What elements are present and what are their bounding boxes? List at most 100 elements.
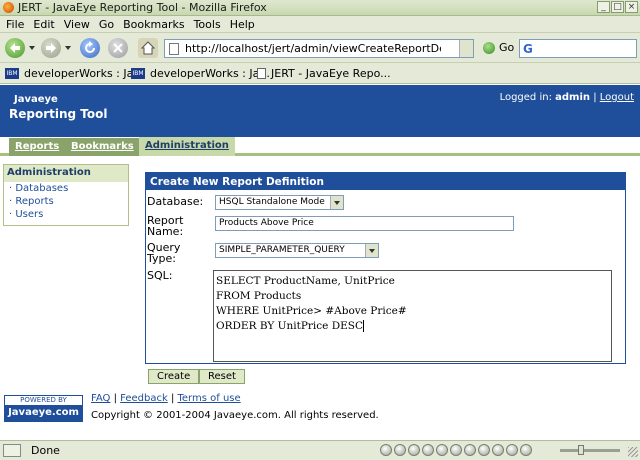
google-search-icon: G bbox=[523, 42, 533, 56]
database-label: Database: bbox=[147, 195, 204, 208]
chevron-down-icon bbox=[365, 244, 378, 257]
report-name-value: Products Above Price bbox=[219, 218, 314, 228]
menu-view[interactable]: View bbox=[62, 16, 97, 32]
tab-bookmarks[interactable]: Bookmarks bbox=[65, 138, 140, 156]
reset-button[interactable]: Reset bbox=[199, 369, 245, 384]
powered-by-badge[interactable]: POWERED BY Javaeye.com bbox=[4, 395, 83, 422]
sidebar-item-reports[interactable]: · Reports bbox=[4, 195, 128, 208]
forward-button[interactable] bbox=[41, 38, 61, 58]
back-history-dropdown[interactable] bbox=[29, 46, 35, 50]
sidebar-item-databases[interactable]: · Databases bbox=[4, 182, 128, 195]
feedback-link[interactable]: Feedback bbox=[120, 393, 168, 404]
tab-administration[interactable]: Administration bbox=[139, 137, 235, 156]
reload-icon bbox=[85, 41, 95, 53]
window-controls: _ □ × bbox=[597, 1, 638, 13]
logout-link[interactable]: Logout bbox=[600, 92, 634, 103]
tab-reports[interactable]: Reports bbox=[9, 138, 66, 156]
brand-name: Javaeye bbox=[14, 94, 58, 105]
footer-links: FAQ | Feedback | Terms of use bbox=[91, 393, 241, 404]
ibm-icon: IBM bbox=[131, 68, 145, 79]
minimize-button[interactable]: _ bbox=[597, 1, 610, 13]
bookmark-item[interactable]: IBM developerWorks : Ja... bbox=[131, 67, 270, 80]
username: admin bbox=[555, 92, 590, 103]
menu-file[interactable]: File bbox=[4, 16, 31, 32]
media-rewind-icon[interactable] bbox=[394, 444, 406, 456]
sql-textarea[interactable]: SELECT ProductName, UnitPrice FROM Produ… bbox=[213, 270, 612, 362]
login-info: Logged in: admin | Logout bbox=[500, 92, 634, 103]
search-input[interactable]: G bbox=[519, 39, 637, 58]
database-select[interactable]: HSQL Standalone Mode bbox=[215, 195, 344, 210]
sql-label: SQL: bbox=[147, 269, 173, 282]
go-icon bbox=[483, 41, 495, 54]
forward-arrow-icon bbox=[46, 43, 56, 53]
bookmark-label: developerWorks : Ja... bbox=[24, 67, 144, 80]
report-name-field[interactable]: Products Above Price bbox=[215, 216, 514, 231]
media-shuffle-icon[interactable] bbox=[492, 444, 504, 456]
menu-tools[interactable]: Tools bbox=[192, 16, 228, 32]
back-arrow-icon bbox=[10, 43, 20, 53]
firefox-icon bbox=[3, 2, 14, 13]
sql-line: SELECT ProductName, UnitPrice bbox=[216, 275, 395, 287]
bookmark-label: developerWorks : Ja... bbox=[150, 67, 270, 80]
panel-title: Create New Report Definition bbox=[146, 173, 625, 190]
media-forward-icon[interactable] bbox=[450, 444, 462, 456]
bookmark-item[interactable]: JERT - JavaEye Repo... bbox=[257, 67, 391, 80]
reload-button[interactable] bbox=[80, 38, 100, 58]
url-text[interactable]: http://localhost/jert/admin/viewCreateRe… bbox=[185, 42, 441, 55]
menu-go[interactable]: Go bbox=[97, 16, 121, 32]
media-next-icon[interactable] bbox=[464, 444, 476, 456]
go-label: Go bbox=[499, 41, 515, 54]
media-volume-icon[interactable] bbox=[520, 444, 532, 456]
create-button[interactable]: Create bbox=[148, 369, 200, 384]
media-pause-icon[interactable] bbox=[422, 444, 434, 456]
menu-edit[interactable]: Edit bbox=[31, 16, 61, 32]
home-button[interactable] bbox=[138, 38, 158, 58]
media-repeat-icon[interactable] bbox=[506, 444, 518, 456]
document-icon bbox=[257, 68, 266, 79]
faq-link[interactable]: FAQ bbox=[91, 393, 110, 404]
close-button[interactable]: × bbox=[625, 1, 638, 13]
menu-bookmarks[interactable]: Bookmarks bbox=[121, 16, 191, 32]
page-header: Javaeye Reporting Tool Logged in: admin … bbox=[0, 85, 640, 137]
connection-icon bbox=[3, 444, 21, 457]
resize-grip[interactable] bbox=[628, 447, 638, 457]
app-title: Reporting Tool bbox=[9, 107, 108, 121]
terms-link[interactable]: Terms of use bbox=[178, 393, 241, 404]
back-button[interactable] bbox=[5, 38, 25, 58]
query-type-select[interactable]: SIMPLE_PARAMETER_QUERY bbox=[215, 243, 379, 258]
sidebar-title: Administration bbox=[4, 165, 128, 182]
bookmarks-toolbar: IBM developerWorks : Ja... IBM developer… bbox=[0, 63, 640, 84]
bookmark-item[interactable]: IBM developerWorks : Ja... bbox=[5, 67, 144, 80]
media-play-icon[interactable] bbox=[408, 444, 420, 456]
chevron-down-icon bbox=[330, 196, 343, 209]
url-field[interactable]: http://localhost/jert/admin/viewCreateRe… bbox=[164, 39, 474, 58]
menu-help[interactable]: Help bbox=[228, 16, 262, 32]
volume-slider-handle[interactable] bbox=[578, 445, 584, 455]
sql-line: FROM Products bbox=[216, 290, 302, 302]
volume-slider-track[interactable] bbox=[560, 449, 620, 452]
copyright-text: Copyright © 2001-2004 Javaeye.com. All r… bbox=[91, 410, 379, 421]
stop-button[interactable] bbox=[108, 38, 128, 58]
powered-by-brand: Javaeye.com bbox=[8, 407, 79, 418]
forward-history-dropdown[interactable] bbox=[65, 46, 71, 50]
page-icon bbox=[169, 43, 179, 55]
logged-in-label: Logged in: bbox=[499, 92, 552, 103]
media-prev-icon[interactable] bbox=[380, 444, 392, 456]
go-button[interactable]: Go bbox=[483, 41, 514, 54]
status-text: Done bbox=[31, 444, 60, 457]
navigation-toolbar: http://localhost/jert/admin/viewCreateRe… bbox=[0, 33, 640, 63]
create-report-panel: Create New Report Definition Database: H… bbox=[145, 172, 626, 364]
sidebar-item-users[interactable]: · Users bbox=[4, 208, 128, 221]
media-controls bbox=[380, 444, 532, 456]
maximize-button[interactable]: □ bbox=[611, 1, 624, 13]
media-eject-icon[interactable] bbox=[478, 444, 490, 456]
report-name-label-2: Name: bbox=[147, 225, 184, 238]
media-stop-icon[interactable] bbox=[436, 444, 448, 456]
tab-strip: Reports Bookmarks Administration bbox=[0, 137, 640, 156]
status-bar: Done bbox=[0, 440, 640, 460]
window-titlebar: JERT - JavaEye Reporting Tool - Mozilla … bbox=[0, 0, 640, 16]
sql-line: ORDER BY UnitPrice DESC bbox=[216, 320, 364, 332]
url-history-dropdown[interactable] bbox=[459, 40, 473, 57]
stop-icon bbox=[113, 43, 123, 53]
window-title: JERT - JavaEye Reporting Tool - Mozilla … bbox=[18, 1, 267, 14]
